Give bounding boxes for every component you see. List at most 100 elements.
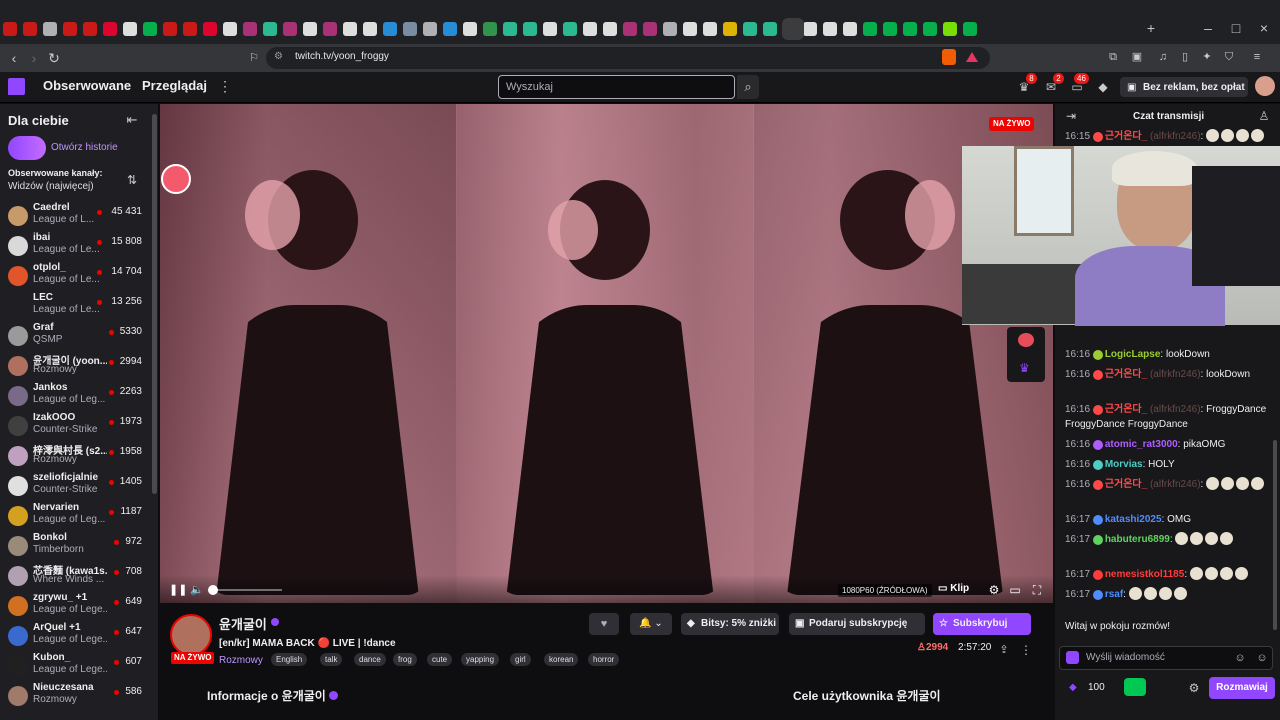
close-window-icon[interactable]: × xyxy=(1256,17,1272,39)
browser-tab[interactable] xyxy=(263,22,277,36)
gift-sub-button[interactable]: ▣ Podaruj subskrypcję xyxy=(789,613,925,635)
browser-tab[interactable] xyxy=(743,22,757,36)
maximize-icon[interactable]: □ xyxy=(1228,17,1244,39)
stream-tag[interactable]: yapping xyxy=(461,653,500,666)
browser-tab[interactable] xyxy=(603,22,617,36)
streamer-avatar[interactable] xyxy=(170,614,212,656)
browser-tab[interactable] xyxy=(363,22,377,36)
followed-channel[interactable]: Caedrel League of L... 45 431 xyxy=(0,201,152,231)
browser-tab[interactable] xyxy=(903,22,917,36)
theatre-mode-icon[interactable]: ▭ xyxy=(1008,579,1022,601)
chat-username[interactable]: 근거온다_ xyxy=(1105,369,1147,380)
browser-tab[interactable] xyxy=(43,22,57,36)
browser-tab[interactable] xyxy=(883,22,897,36)
leo-icon[interactable]: ✦ xyxy=(1199,46,1215,68)
sort-icon[interactable]: ⇅ xyxy=(124,169,140,191)
followed-channel[interactable]: Nervarien League of Leg... 1187 xyxy=(0,501,152,531)
followed-channel[interactable]: ArQuel +1 League of Lege... 647 xyxy=(0,621,152,651)
ad-free-button[interactable]: ▣ Bez reklam, bez opłat xyxy=(1120,77,1248,97)
bits-icon[interactable]: ◆ xyxy=(1096,76,1110,98)
browser-tab[interactable] xyxy=(963,22,977,36)
followed-channel[interactable]: Kubon_ League of Lege... 607 xyxy=(0,651,152,681)
browser-tab[interactable] xyxy=(943,22,957,36)
predictions-button[interactable] xyxy=(1124,678,1146,696)
followed-channel[interactable]: Nieuczesana Rozmowy 586 xyxy=(0,681,152,711)
browser-tab[interactable] xyxy=(843,22,857,36)
music-icon[interactable]: ♫ xyxy=(1155,46,1171,68)
search-input[interactable]: Wyszukaj xyxy=(498,75,735,99)
browser-tab[interactable] xyxy=(803,22,817,36)
browser-tab[interactable] xyxy=(463,22,477,36)
user-avatar[interactable] xyxy=(1255,76,1275,96)
browser-tab[interactable] xyxy=(83,22,97,36)
volume-handle[interactable] xyxy=(208,585,218,595)
browser-tab[interactable] xyxy=(223,22,237,36)
sidebar-scrollbar[interactable] xyxy=(152,114,157,494)
browser-tab[interactable] xyxy=(863,22,877,36)
streamer-name[interactable]: 윤개굴이 xyxy=(219,614,267,633)
followed-channel[interactable]: otplol_ League of Le... 14 704 xyxy=(0,261,152,291)
chat-scrollbar[interactable] xyxy=(1273,440,1277,630)
browser-tab[interactable] xyxy=(443,22,457,36)
fullscreen-icon[interactable]: ⛶ xyxy=(1030,579,1044,601)
sidebar-toggle-icon[interactable]: ▯ xyxy=(1177,46,1193,68)
stories-avatars[interactable] xyxy=(8,136,46,160)
browser-tab[interactable] xyxy=(243,22,257,36)
browser-tab[interactable] xyxy=(683,22,697,36)
browser-tab[interactable] xyxy=(283,22,297,36)
followed-channel[interactable]: 윤개굴이 (yoon... Rozmowy 2994 xyxy=(0,351,152,381)
followed-channel[interactable]: szelioficjalnie Counter-Strike 1405 xyxy=(0,471,152,501)
chat-settings-icon[interactable]: ⚙ xyxy=(1187,677,1201,699)
stream-tag[interactable]: English xyxy=(271,653,308,666)
followed-channel[interactable]: IzakOOO Counter-Strike 1973 xyxy=(0,411,152,441)
chat-username[interactable]: rsaf xyxy=(1105,589,1123,600)
chat-username[interactable]: nemesistkol1185 xyxy=(1105,569,1185,580)
minimize-icon[interactable]: – xyxy=(1200,17,1216,39)
emote-picker-icon[interactable]: ☺ xyxy=(1233,647,1247,669)
stories-link[interactable]: Otwórz historie xyxy=(51,142,118,153)
stream-tag[interactable]: horror xyxy=(588,653,620,666)
chat-identity-icon[interactable] xyxy=(1066,651,1079,664)
new-tab-icon[interactable]: + xyxy=(1143,17,1159,39)
chat-username[interactable]: 근거온다_ xyxy=(1105,479,1147,490)
browser-tab[interactable] xyxy=(483,22,497,36)
browser-tab[interactable] xyxy=(563,22,577,36)
chat-username[interactable]: habuteru6899 xyxy=(1105,534,1170,545)
heart-extension-icon[interactable] xyxy=(1018,333,1034,347)
extensions-icon[interactable]: ⧉ xyxy=(1105,46,1121,68)
stream-tag[interactable]: talk xyxy=(320,653,343,666)
stream-tag[interactable]: dance xyxy=(354,653,386,666)
browser-tab[interactable] xyxy=(643,22,657,36)
stream-tag[interactable]: cute xyxy=(427,653,453,666)
nav-browse[interactable]: Przeglądaj xyxy=(142,78,207,93)
crown-extension-icon[interactable]: ♛ xyxy=(1019,361,1030,375)
browser-tab[interactable] xyxy=(763,22,777,36)
bookmark-icon[interactable]: ⚐ xyxy=(246,47,262,69)
clip-button[interactable]: ▭ Klip xyxy=(938,583,969,594)
browser-tab[interactable] xyxy=(323,22,337,36)
volume-slider[interactable] xyxy=(212,589,282,591)
subscribe-button[interactable]: ☆ Subskrybuj xyxy=(933,613,1031,635)
followed-channel[interactable]: zgrywu_ +1 League of Lege... 649 xyxy=(0,591,152,621)
reload-icon[interactable]: ↻ xyxy=(46,47,62,69)
browser-tab[interactable] xyxy=(703,22,717,36)
wallet-icon[interactable]: ▣ xyxy=(1129,46,1145,68)
browser-tab[interactable] xyxy=(303,22,317,36)
browser-tab[interactable] xyxy=(63,22,77,36)
browser-tab[interactable] xyxy=(583,22,597,36)
stream-tag[interactable]: korean xyxy=(544,653,579,666)
chat-send-button[interactable]: Rozmawiaj xyxy=(1209,677,1275,699)
collapse-chat-icon[interactable]: ⇥ xyxy=(1063,105,1079,127)
chat-username[interactable]: 근거온다_ xyxy=(1105,404,1147,415)
brave-shield-icon[interactable] xyxy=(942,49,956,65)
followed-channel[interactable]: Bonkol Timberborn 972 xyxy=(0,531,152,561)
browser-tab[interactable] xyxy=(663,22,677,36)
chat-emoji-icon[interactable]: ☺ xyxy=(1255,647,1269,669)
chat-username[interactable]: katashi2025 xyxy=(1105,514,1162,525)
chat-users-icon[interactable]: ♙ xyxy=(1256,105,1272,127)
notifications-bell-button[interactable]: 🔔 ⌄ xyxy=(630,613,672,635)
browser-tab[interactable] xyxy=(423,22,437,36)
followed-channel[interactable]: Graf QSMP 5330 xyxy=(0,321,152,351)
followed-channel[interactable]: 梓澪與村長 (s2... Rozmowy 1958 xyxy=(0,441,152,471)
vpn-icon[interactable]: ⛉ xyxy=(1221,46,1237,68)
